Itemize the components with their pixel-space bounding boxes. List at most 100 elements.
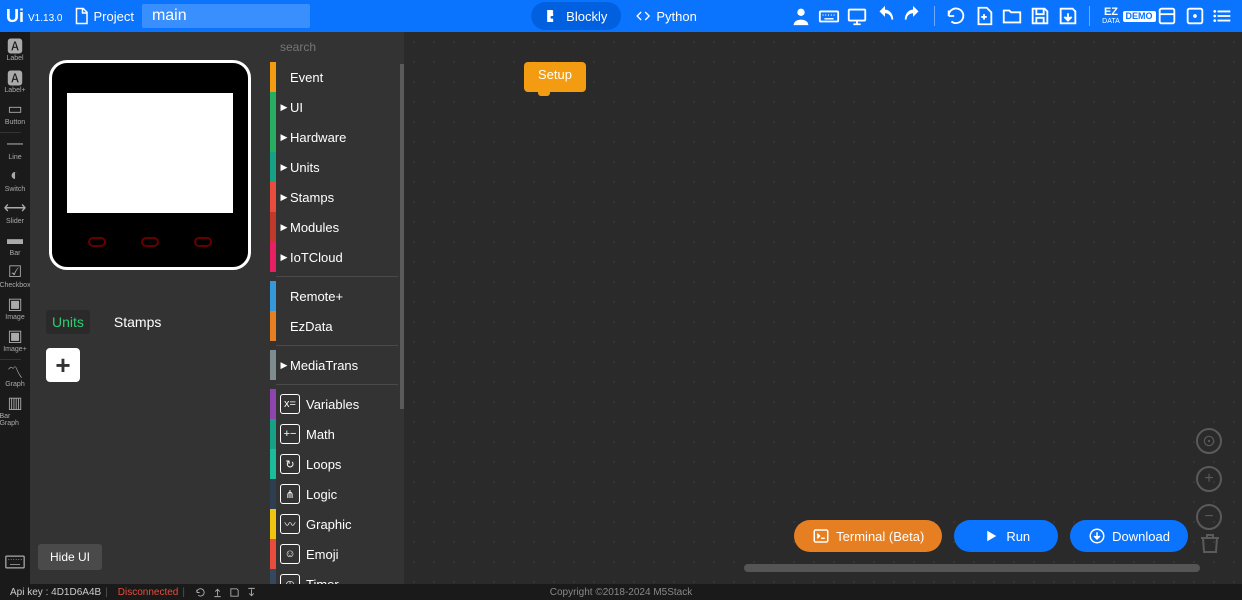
add-unit-button[interactable]: + [46, 348, 80, 382]
tool-label: Bar [10, 250, 21, 257]
undo-icon[interactable] [874, 5, 896, 27]
toolbox-checkbox[interactable]: ☑Checkbox [0, 263, 31, 289]
tool-label: Button [5, 119, 25, 126]
toolbox-graph[interactable]: 〽Graph [0, 362, 31, 388]
tab-stamps[interactable]: Stamps [108, 310, 167, 334]
apikey-label: Api key : [10, 587, 48, 598]
project-button[interactable]: Project [72, 7, 133, 25]
status-bar: Api key : 4D1D6A4B | Disconnected | Copy… [0, 584, 1242, 600]
save-as-icon[interactable] [1057, 5, 1079, 27]
settings-icon[interactable] [1184, 5, 1206, 27]
trash-icon[interactable] [1198, 531, 1222, 560]
category-label: Hardware [290, 130, 346, 145]
filename-input[interactable] [142, 4, 310, 28]
category-label: Loops [306, 457, 341, 472]
category-logic[interactable]: ⋔Logic [270, 479, 404, 509]
left-toolbox: 🅰Label 🅰Label+ ▭Button —Line ◐Switch ⟷Slider ▬… [0, 32, 30, 584]
zoom-out-icon[interactable]: − [1196, 504, 1222, 530]
download-button[interactable]: Download [1070, 520, 1188, 552]
category-hardware[interactable]: ▶Hardware [270, 122, 404, 152]
version-label: V1.13.0 [28, 13, 62, 24]
tool-label: Slider [6, 218, 24, 225]
device-preview[interactable] [49, 60, 251, 270]
menu-icon[interactable] [1212, 5, 1234, 27]
category-modules[interactable]: ▶Modules [270, 212, 404, 242]
demo-button[interactable]: DEMO [1128, 5, 1150, 27]
category-loops[interactable]: ↻Loops [270, 449, 404, 479]
toolbox-label[interactable]: 🅰Label [0, 36, 31, 62]
puzzle-icon [545, 8, 561, 24]
category-units[interactable]: ▶Units [270, 152, 404, 182]
category-mediatrans[interactable]: ▶MediaTrans [270, 350, 404, 380]
toolbox-switch[interactable]: ◐Switch [0, 167, 31, 193]
logo: Ui V1.13.0 [0, 6, 62, 27]
category-remote-plus[interactable]: Remote+ [270, 281, 404, 311]
tool-icon: ▣ [6, 327, 24, 345]
category-variables[interactable]: x=Variables [270, 389, 404, 419]
ui-tabs: Units Stamps [46, 310, 270, 334]
category-emoji[interactable]: ☺Emoji [270, 539, 404, 569]
device-button-a[interactable] [88, 237, 106, 247]
download-icon [1088, 527, 1106, 545]
save-icon[interactable] [1029, 5, 1051, 27]
upload-small-icon[interactable] [212, 587, 223, 598]
toolbox-line[interactable]: —Line [0, 135, 31, 161]
expand-icon: ▶ [278, 192, 290, 203]
user-icon[interactable] [790, 5, 812, 27]
python-tab[interactable]: Python [621, 2, 710, 30]
category-ezdata[interactable]: EzData [270, 311, 404, 341]
apikey-value: 4D1D6A4B [51, 587, 101, 598]
category-label: UI [290, 100, 303, 115]
language-switch: Blockly Python [531, 2, 711, 30]
blockly-tab[interactable]: Blockly [531, 2, 621, 30]
toolbox-bar[interactable]: ▬Bar [0, 231, 31, 257]
category-iotcloud[interactable]: ▶IoTCloud [270, 242, 404, 272]
category-math[interactable]: +−Math [270, 419, 404, 449]
device-icon[interactable] [846, 5, 868, 27]
hide-ui-button[interactable]: Hide UI [38, 544, 102, 570]
toolbox-button[interactable]: ▭Button [0, 100, 31, 126]
terminal-button[interactable]: Terminal (Beta) [794, 520, 942, 552]
category-label: Graphic [306, 517, 352, 532]
run-button[interactable]: Run [954, 520, 1058, 552]
blockly-label: Blockly [566, 9, 607, 24]
redo-icon[interactable] [902, 5, 924, 27]
toolbox-image-plus[interactable]: ▣Image+ [0, 327, 31, 353]
device-button-c[interactable] [194, 237, 212, 247]
open-icon[interactable] [1001, 5, 1023, 27]
expand-icon: ▶ [278, 252, 290, 263]
device-screen[interactable] [67, 93, 233, 213]
center-view-icon[interactable] [1196, 428, 1222, 454]
ezdata-button[interactable]: EZ DATA [1100, 5, 1122, 27]
toolbox-slider[interactable]: ⟷Slider [0, 199, 31, 225]
category-event[interactable]: Event [270, 62, 404, 92]
tool-label: Image+ [3, 346, 27, 353]
category-stamps[interactable]: ▶Stamps [270, 182, 404, 212]
setup-block[interactable]: Setup [524, 62, 586, 92]
blockly-workspace[interactable]: Setup + − Terminal (Beta) Run Download [404, 32, 1242, 584]
keyboard-toggle-icon[interactable] [5, 555, 25, 574]
category-label: EzData [290, 319, 333, 334]
download-small-icon[interactable] [246, 587, 257, 598]
keyboard-icon[interactable] [818, 5, 840, 27]
refresh-icon[interactable] [945, 5, 967, 27]
category-ui[interactable]: ▶UI [270, 92, 404, 122]
tool-icon: ▥ [6, 394, 24, 412]
category-graphic[interactable]: 〰 Graphic [270, 509, 404, 539]
new-file-icon[interactable] [973, 5, 995, 27]
toolbox-image[interactable]: ▣Image [0, 295, 31, 321]
toolbox-label-plus[interactable]: 🅰Label+ [0, 68, 31, 94]
category-icon: +− [280, 424, 300, 444]
category-icon: ◷ [280, 574, 300, 584]
category-timer[interactable]: ◷Timer [270, 569, 404, 584]
save-small-icon[interactable] [229, 587, 240, 598]
refresh-small-icon[interactable] [195, 587, 206, 598]
zoom-in-icon[interactable]: + [1196, 466, 1222, 492]
device-button-b[interactable] [141, 237, 159, 247]
search-input[interactable] [280, 40, 404, 54]
tab-units[interactable]: Units [46, 310, 90, 334]
library-icon[interactable] [1156, 5, 1178, 27]
horizontal-scrollbar[interactable] [744, 564, 1200, 572]
toolbox-bar graph[interactable]: ▥Bar Graph [0, 394, 31, 427]
category-icon: 〰 [280, 514, 300, 534]
